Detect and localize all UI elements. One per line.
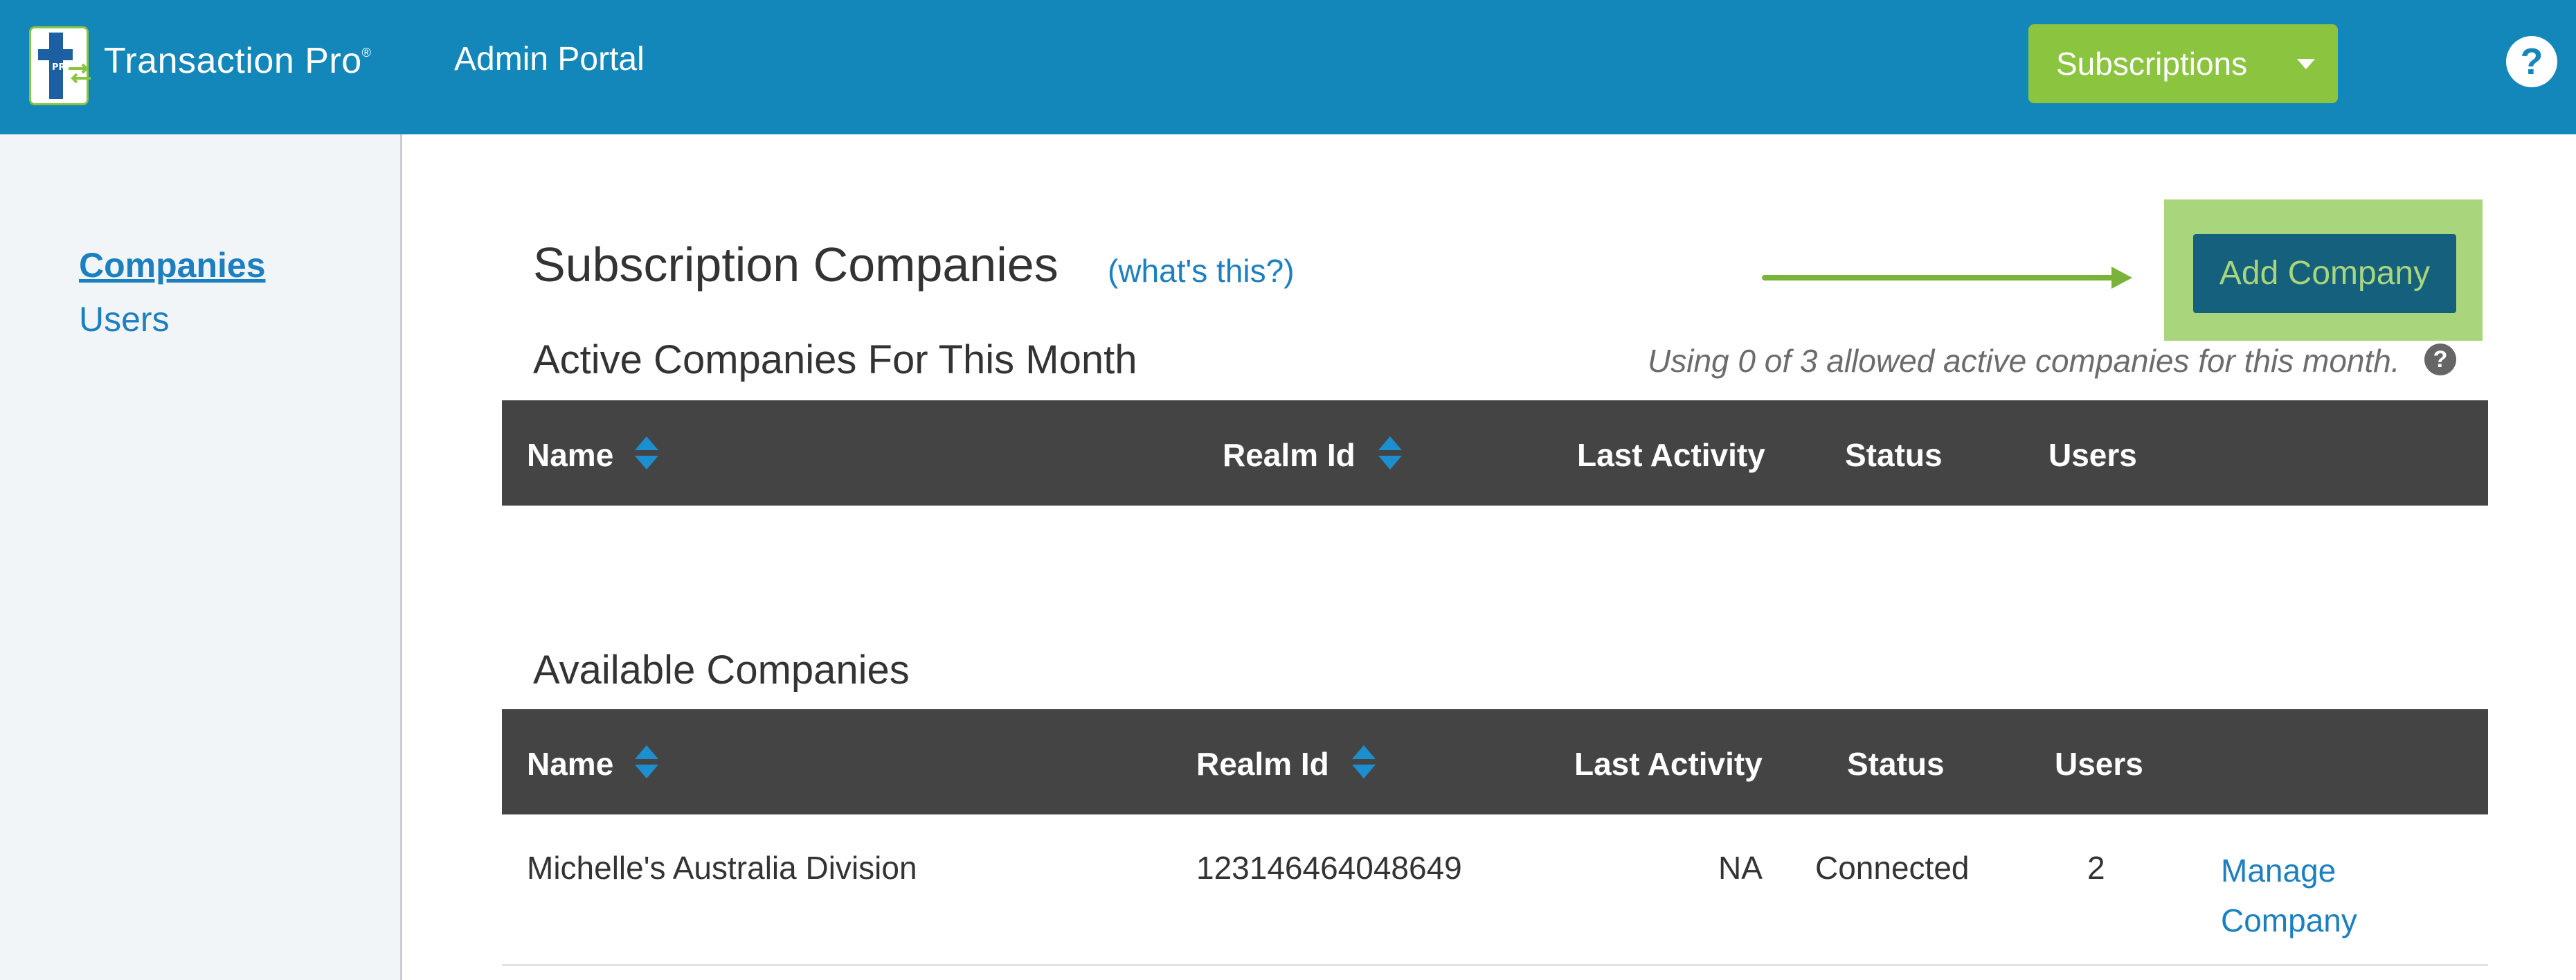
status-cell: Connected <box>1815 850 1970 886</box>
trademark-symbol: ® <box>361 46 372 60</box>
last-activity-cell: NA <box>1718 850 1763 886</box>
subscriptions-label: Subscriptions <box>2056 46 2248 82</box>
manage-company-link[interactable]: Manage Company <box>2221 846 2401 945</box>
company-name-cell: Michelle's Australia Division <box>527 850 917 886</box>
arrow-right-icon <box>1762 275 2115 280</box>
whats-this-link[interactable]: (what's this?) <box>1108 252 1295 289</box>
logo-wordmark[interactable]: Transaction Pro® <box>104 40 371 82</box>
realm-id-cell: 123146464048649 <box>1196 850 1462 886</box>
column-header-name[interactable]: Name <box>527 436 613 474</box>
help-icon[interactable]: ? <box>2506 36 2557 87</box>
column-header-last-activity: Last Activity <box>1577 437 1765 473</box>
users-count-cell: 2 <box>2087 850 2105 886</box>
logo-arrows-icon <box>69 63 91 84</box>
page-title: Subscription Companies <box>533 238 1059 292</box>
column-header-status: Status <box>1845 437 1943 473</box>
column-header-status: Status <box>1847 746 1945 782</box>
column-header-last-activity: Last Activity <box>1574 746 1763 782</box>
column-header-name[interactable]: Name <box>527 745 613 783</box>
column-header-users: Users <box>2048 437 2137 473</box>
logo-pro-text: PRO <box>52 63 73 72</box>
logo-icon[interactable]: PRO <box>29 26 91 105</box>
available-companies-table-header: Name Realm Id Last Activity Status Users <box>502 709 2488 814</box>
usage-note: Using 0 of 3 allowed active companies fo… <box>1648 343 2400 379</box>
sidebar: Companies Users <box>0 134 402 980</box>
active-companies-table-header: Name Realm Id Last Activity Status Users <box>502 400 2488 506</box>
sidebar-item-users[interactable]: Users <box>79 299 170 339</box>
active-companies-heading: Active Companies For This Month <box>533 337 1137 382</box>
arrow-head <box>2111 267 2132 289</box>
column-header-realm-id[interactable]: Realm Id <box>1196 745 1329 783</box>
sidebar-item-companies[interactable]: Companies <box>79 245 266 285</box>
column-header-users: Users <box>2055 746 2143 782</box>
row-divider <box>502 964 2488 966</box>
info-icon[interactable]: ? <box>2424 344 2456 375</box>
subscriptions-dropdown-button[interactable]: Subscriptions <box>2028 24 2338 103</box>
top-navigation-bar: PRO Transaction Pro® Admin Portal Subscr… <box>0 0 2576 134</box>
portal-title: Admin Portal <box>454 41 645 78</box>
chevron-down-icon <box>2297 59 2315 69</box>
sort-icon[interactable] <box>1351 744 1377 780</box>
sort-icon[interactable] <box>1377 435 1403 471</box>
column-header-realm-id[interactable]: Realm Id <box>1223 436 1355 474</box>
available-companies-heading: Available Companies <box>533 648 910 693</box>
logo-text: Transaction Pro <box>104 41 362 81</box>
sort-icon[interactable] <box>633 744 660 780</box>
sort-icon[interactable] <box>633 435 660 471</box>
add-company-button[interactable]: Add Company <box>2193 234 2456 313</box>
